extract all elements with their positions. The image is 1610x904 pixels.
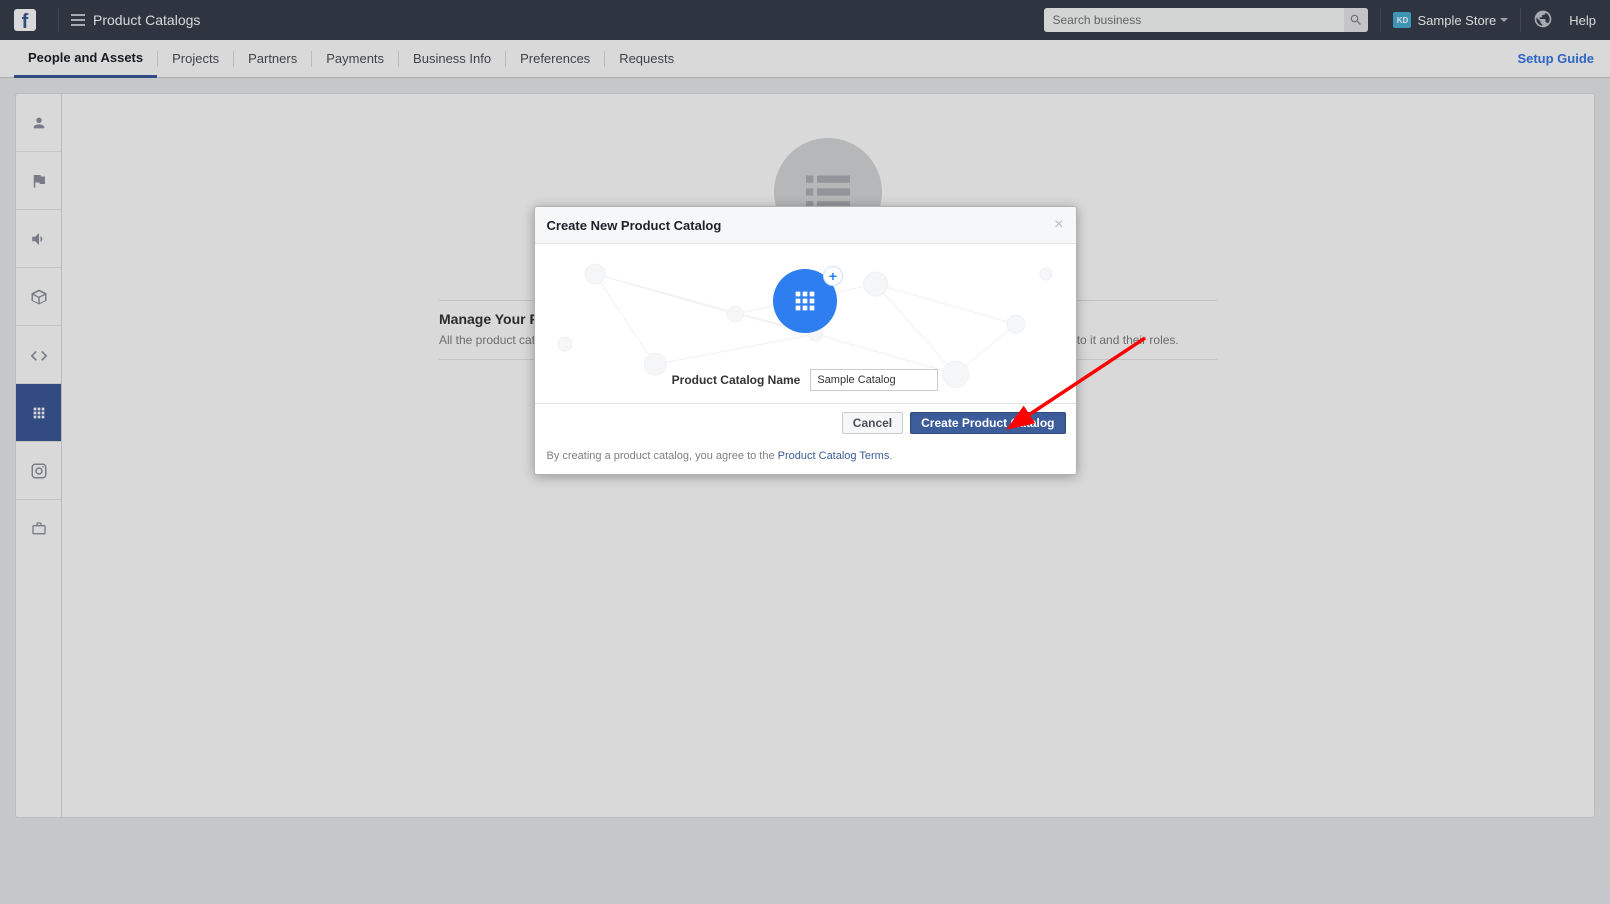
product-catalog-terms-link[interactable]: Product Catalog Terms [778, 450, 890, 462]
modal-header: Create New Product Catalog × [535, 207, 1076, 244]
modal-body: + Product Catalog Name [535, 244, 1076, 404]
modal-overlay: Create New Product Catalog × + [0, 0, 1610, 904]
catalog-name-input[interactable] [810, 369, 938, 391]
catalog-grid-icon: + [773, 269, 837, 333]
create-product-catalog-button[interactable]: Create Product Catalog [910, 412, 1065, 434]
modal-title: Create New Product Catalog [547, 218, 722, 233]
close-icon[interactable]: × [1054, 217, 1063, 233]
modal-footer: Cancel Create Product Catalog [535, 404, 1076, 442]
catalog-name-row: Product Catalog Name [672, 369, 939, 391]
create-product-catalog-modal: Create New Product Catalog × + [534, 206, 1077, 475]
plus-badge-icon: + [823, 266, 843, 286]
catalog-name-label: Product Catalog Name [672, 373, 801, 387]
terms-text: By creating a product catalog, you agree… [535, 442, 1076, 474]
cancel-button[interactable]: Cancel [842, 412, 903, 434]
